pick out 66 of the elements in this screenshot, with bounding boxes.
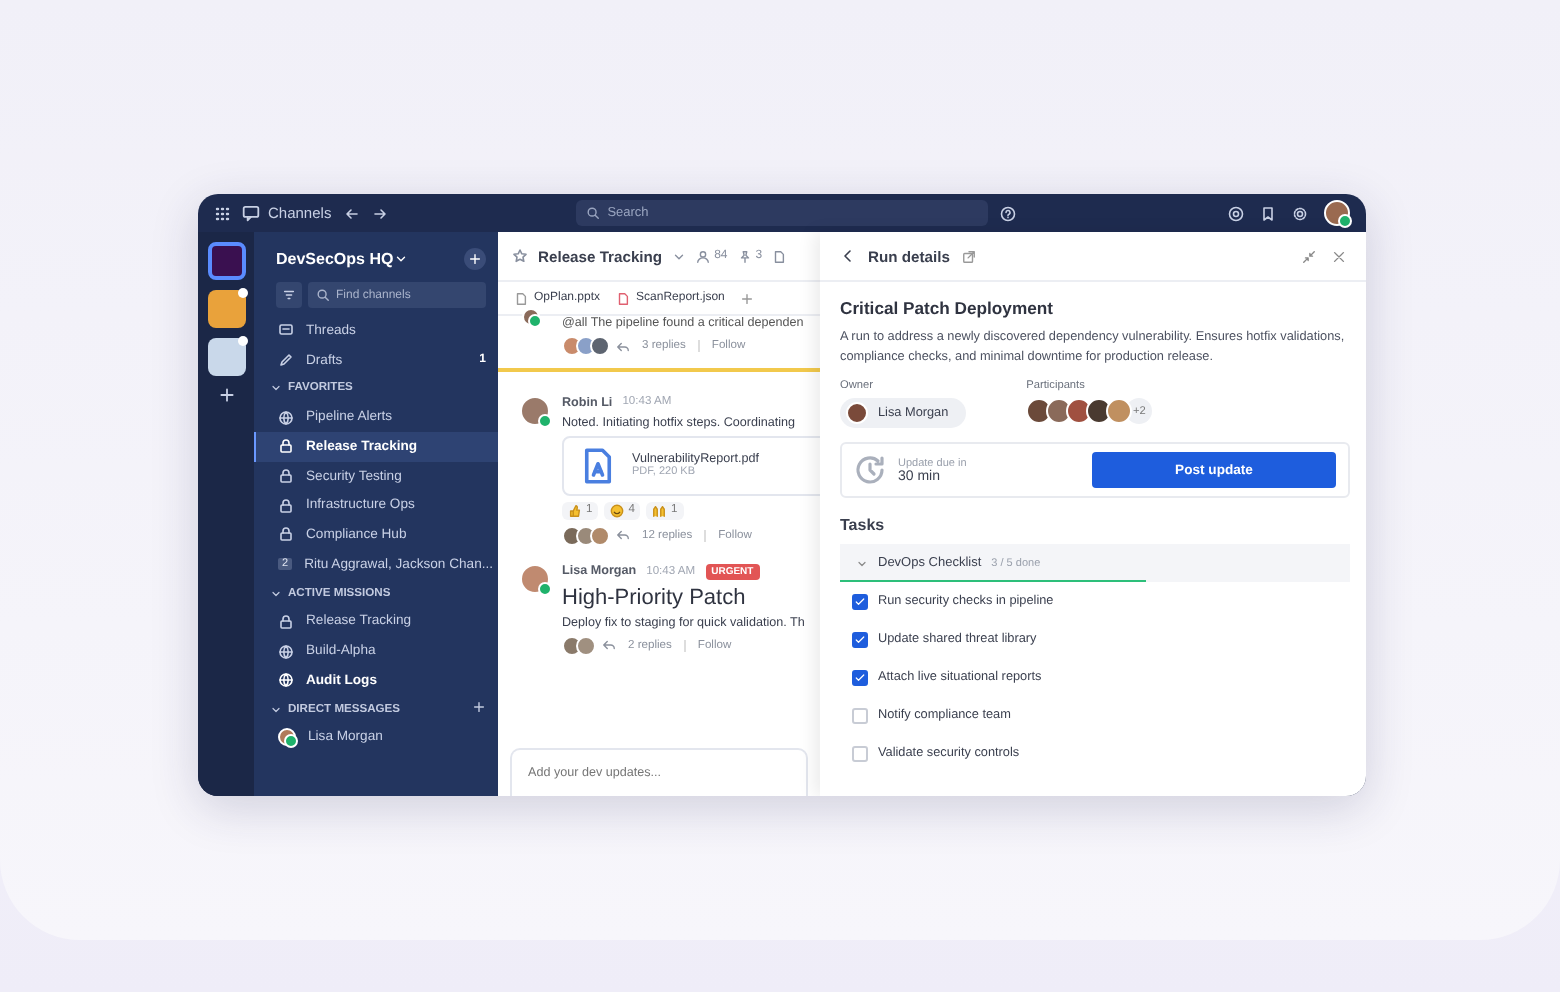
checkbox[interactable] — [852, 631, 868, 648]
plus-icon — [472, 700, 486, 715]
workspace-name[interactable]: DevSecOps HQ — [276, 250, 394, 268]
plus-icon — [217, 386, 235, 404]
workspace-icon[interactable] — [207, 338, 245, 376]
forward-arrow-icon — [371, 205, 388, 221]
globe-icon — [278, 643, 294, 660]
chevron-icon — [270, 587, 282, 599]
search-icon — [585, 206, 600, 220]
members-icon — [696, 249, 711, 263]
filter-button[interactable] — [276, 282, 302, 308]
globe-icon — [278, 409, 294, 426]
chevron-icon — [270, 703, 282, 716]
plus-icon — [468, 252, 482, 266]
globe-icon — [278, 672, 294, 689]
check-icon — [854, 633, 866, 646]
chat-icon — [242, 204, 260, 222]
lock-icon — [278, 497, 294, 514]
chevron-down-icon — [393, 252, 408, 266]
add-button[interactable] — [464, 248, 486, 270]
user-avatar — [522, 308, 540, 326]
filter-icon — [282, 288, 296, 302]
star-icon — [512, 248, 528, 264]
slides-file-icon — [514, 291, 528, 305]
help-icon — [999, 205, 1016, 221]
pin-icon — [737, 249, 752, 263]
profile-avatar — [1324, 200, 1350, 226]
thumbs-up-icon — [568, 503, 582, 517]
grid-icon — [214, 205, 230, 221]
bookmark-icon — [1260, 205, 1276, 221]
tasks-heading: Tasks — [840, 516, 887, 535]
reply-icon — [616, 339, 630, 353]
checkbox[interactable] — [852, 669, 868, 686]
back-icon — [840, 248, 856, 264]
checkbox[interactable] — [852, 593, 868, 610]
close-icon — [1332, 249, 1346, 263]
workspace-icon[interactable] — [207, 290, 245, 328]
user-avatar — [278, 728, 296, 747]
message-title: High-Priority Patch — [562, 585, 748, 609]
smiley-icon — [610, 503, 625, 517]
pdf-file-icon — [580, 447, 616, 483]
author-avatar — [520, 395, 550, 425]
threads-icon — [278, 322, 294, 339]
lock-icon — [278, 468, 294, 485]
document-icon — [772, 249, 787, 263]
search-icon — [316, 288, 330, 302]
run-title: Critical Patch Deployment — [840, 298, 1055, 318]
lock-icon — [278, 438, 294, 455]
plus-icon — [740, 291, 755, 305]
chevron-icon — [856, 557, 868, 570]
chevron-down-icon — [672, 249, 687, 263]
owner-avatar — [846, 402, 868, 425]
lock-icon — [278, 613, 294, 630]
code-file-icon — [616, 291, 631, 305]
back-arrow-icon — [343, 205, 360, 221]
reply-icon — [602, 638, 616, 652]
clock-icon — [854, 454, 886, 487]
reply-icon — [616, 528, 630, 542]
pencil-icon — [278, 352, 294, 369]
external-link-icon — [961, 249, 976, 263]
chevron-icon — [270, 382, 282, 395]
check-icon — [854, 671, 866, 684]
collapse-icon — [1302, 249, 1316, 263]
check-icon — [854, 595, 866, 608]
author-avatar — [520, 563, 550, 593]
lock-icon — [278, 526, 294, 543]
